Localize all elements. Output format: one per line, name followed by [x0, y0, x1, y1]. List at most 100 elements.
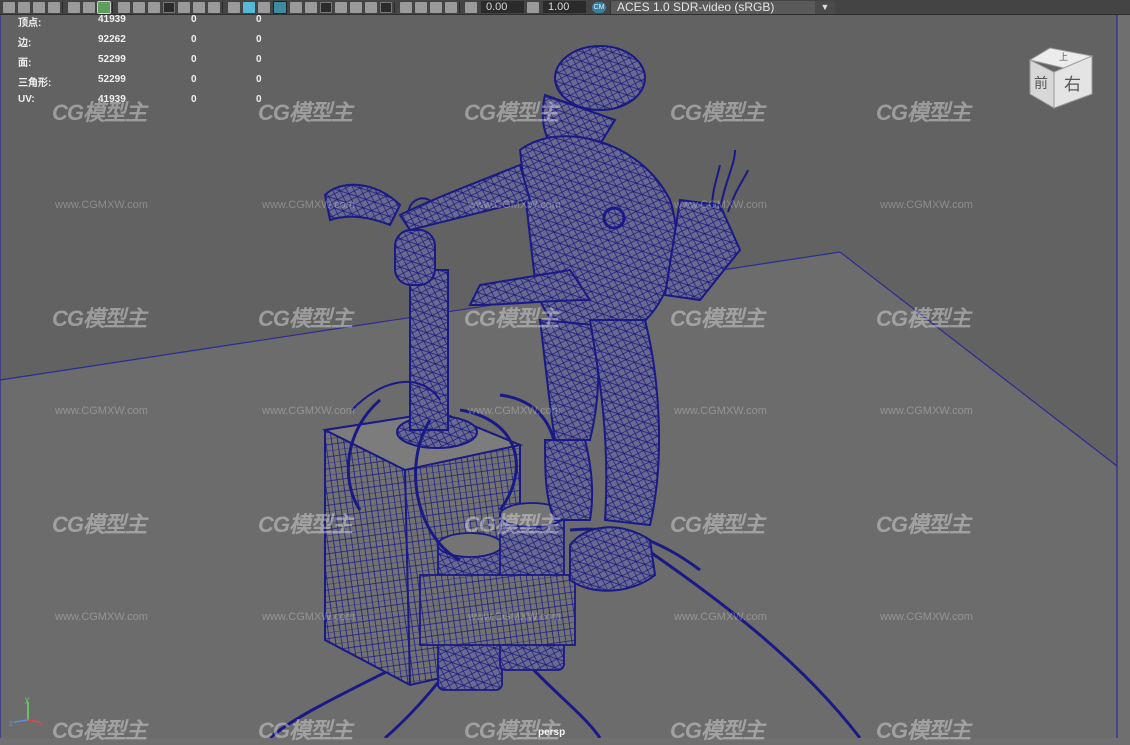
viewport-toolbar: 0.00 1.00 CM ACES 1.0 SDR-video (sRGB) ▼ — [0, 0, 1130, 15]
watermark-url: www.CGMXW.com — [262, 405, 355, 417]
resolution-gate-icon[interactable] — [148, 1, 160, 13]
watermark-logo: CG模型主 — [670, 100, 765, 125]
watermark-url: www.CGMXW.com — [262, 611, 355, 623]
watermark-logo: CG模型主 — [670, 718, 765, 743]
watermark-url: www.CGMXW.com — [880, 199, 973, 211]
axis-z-label: z — [9, 719, 13, 728]
watermark-logo: CG模型主 — [258, 306, 353, 331]
grid-icon[interactable] — [118, 1, 130, 13]
two-d-pan-icon[interactable] — [68, 1, 80, 13]
watermark-logo: CG模型主 — [670, 306, 765, 331]
ambient-occlusion-icon[interactable] — [335, 1, 347, 13]
grease-pencil-icon[interactable] — [83, 1, 95, 13]
watermark-logo: CG模型主 — [52, 718, 147, 743]
watermark-url: www.CGMXW.com — [674, 405, 767, 417]
xray-active-components-icon[interactable] — [430, 1, 442, 13]
exposure-icon[interactable] — [465, 1, 477, 13]
wireframe-on-shaded-icon[interactable] — [273, 0, 287, 14]
watermark-url: www.CGMXW.com — [55, 199, 148, 211]
watermark-url: www.CGMXW.com — [468, 405, 561, 417]
axis-gizmo: y x z — [9, 696, 43, 728]
view-cube[interactable]: 上 前 右 — [1026, 44, 1094, 110]
hud-value: 0 — [256, 54, 262, 65]
camera-attributes-icon[interactable] — [18, 1, 30, 13]
gamma-field[interactable]: 1.00 — [543, 1, 586, 13]
anti-aliasing-icon[interactable] — [365, 1, 377, 13]
hud-row-uvs: UV: 41939 0 0 — [0, 94, 300, 114]
film-gate-icon[interactable] — [133, 1, 145, 13]
toolbar-divider — [62, 1, 63, 13]
view-cube-top-label: 上 — [1059, 52, 1068, 63]
color-management-icon[interactable]: CM — [592, 1, 606, 13]
chevron-down-icon[interactable]: ▼ — [815, 0, 835, 14]
hud-value: 92262 — [98, 34, 126, 45]
watermark-url: www.CGMXW.com — [468, 199, 561, 211]
lights-icon[interactable] — [305, 1, 317, 13]
pen-tool-icon[interactable] — [97, 0, 111, 14]
hud-value: 0 — [191, 34, 197, 45]
camera-select-icon[interactable] — [3, 1, 15, 13]
axis-x-label: x — [39, 719, 43, 728]
isolate-select-icon[interactable] — [400, 1, 412, 13]
hud-value: 0 — [191, 54, 197, 65]
watermark-url: www.CGMXW.com — [674, 199, 767, 211]
toolbar-divider — [394, 1, 395, 13]
watermark-url: www.CGMXW.com — [55, 405, 148, 417]
hud-value: 0 — [256, 14, 262, 25]
view-cube-front-label: 前 — [1034, 75, 1048, 92]
smooth-shade-icon[interactable] — [243, 1, 255, 13]
textured-icon[interactable] — [290, 1, 302, 13]
hud-row-edges: 边: 92262 0 0 — [0, 34, 300, 54]
watermark-logo: CG模型主 — [464, 100, 559, 125]
watermark-logo: CG模型主 — [876, 512, 971, 537]
hud-value: 0 — [191, 14, 197, 25]
watermark-logo: CG模型主 — [670, 512, 765, 537]
watermark-logo: CG模型主 — [876, 100, 971, 125]
view-transform-select[interactable]: ACES 1.0 SDR-video (sRGB) ▼ — [610, 0, 835, 14]
field-chart-icon[interactable] — [178, 1, 190, 13]
hud-value: 52299 — [98, 54, 126, 65]
camera-name-label: persp — [538, 727, 566, 738]
watermark-url: www.CGMXW.com — [674, 611, 767, 623]
hud-value: 41939 — [98, 14, 126, 25]
hud-label: 边: — [18, 38, 32, 49]
watermark-logo: CG模型主 — [52, 512, 147, 537]
toolbar-divider — [459, 1, 460, 13]
watermark-logo: CG模型主 — [876, 718, 971, 743]
watermark-logo: CG模型主 — [258, 512, 353, 537]
watermark-logo: CG模型主 — [464, 512, 559, 537]
exposure-field[interactable]: 0.00 — [481, 1, 524, 13]
xray-icon[interactable] — [415, 1, 427, 13]
axis-y-label: y — [25, 696, 29, 704]
shadows-icon[interactable] — [320, 1, 332, 13]
hud-row-vertices: 顶点: 41939 0 0 — [0, 14, 300, 34]
view-transform-value: ACES 1.0 SDR-video (sRGB) — [617, 0, 775, 14]
gate-mask-icon[interactable] — [163, 1, 175, 13]
hud-label: 面: — [18, 58, 32, 69]
depth-of-field-icon[interactable] — [380, 1, 392, 13]
hud-value: 52299 — [98, 74, 126, 85]
motion-blur-icon[interactable] — [350, 1, 362, 13]
watermark-logo: CG模型主 — [52, 306, 147, 331]
image-plane-icon[interactable] — [48, 1, 60, 13]
watermark-logo: CG模型主 — [464, 306, 559, 331]
bookmark-icon[interactable] — [33, 1, 45, 13]
xray-joints-icon[interactable] — [445, 1, 457, 13]
perspective-viewport[interactable]: CG模型主 CG模型主 CG模型主 CG模型主 CG模型主 www.CGMXW.… — [0, 15, 1130, 743]
default-material-icon[interactable] — [258, 1, 270, 13]
watermark-url: www.CGMXW.com — [55, 611, 148, 623]
hud-label: 顶点: — [18, 18, 42, 29]
watermark-logo: CG模型主 — [258, 718, 353, 743]
toolbar-divider — [222, 1, 223, 13]
safe-action-icon[interactable] — [193, 1, 205, 13]
wireframe-icon[interactable] — [228, 1, 240, 13]
hud-label: 三角形: — [18, 78, 52, 89]
toolbar-divider — [112, 1, 113, 13]
hud-label: UV: — [18, 94, 35, 105]
hud-row-triangles: 三角形: 52299 0 0 — [0, 74, 300, 94]
hud-value: 41939 — [98, 94, 126, 105]
safe-title-icon[interactable] — [208, 1, 220, 13]
gamma-icon[interactable] — [527, 1, 539, 13]
view-cube-right-label: 右 — [1064, 75, 1081, 95]
hud-row-faces: 面: 52299 0 0 — [0, 54, 300, 74]
